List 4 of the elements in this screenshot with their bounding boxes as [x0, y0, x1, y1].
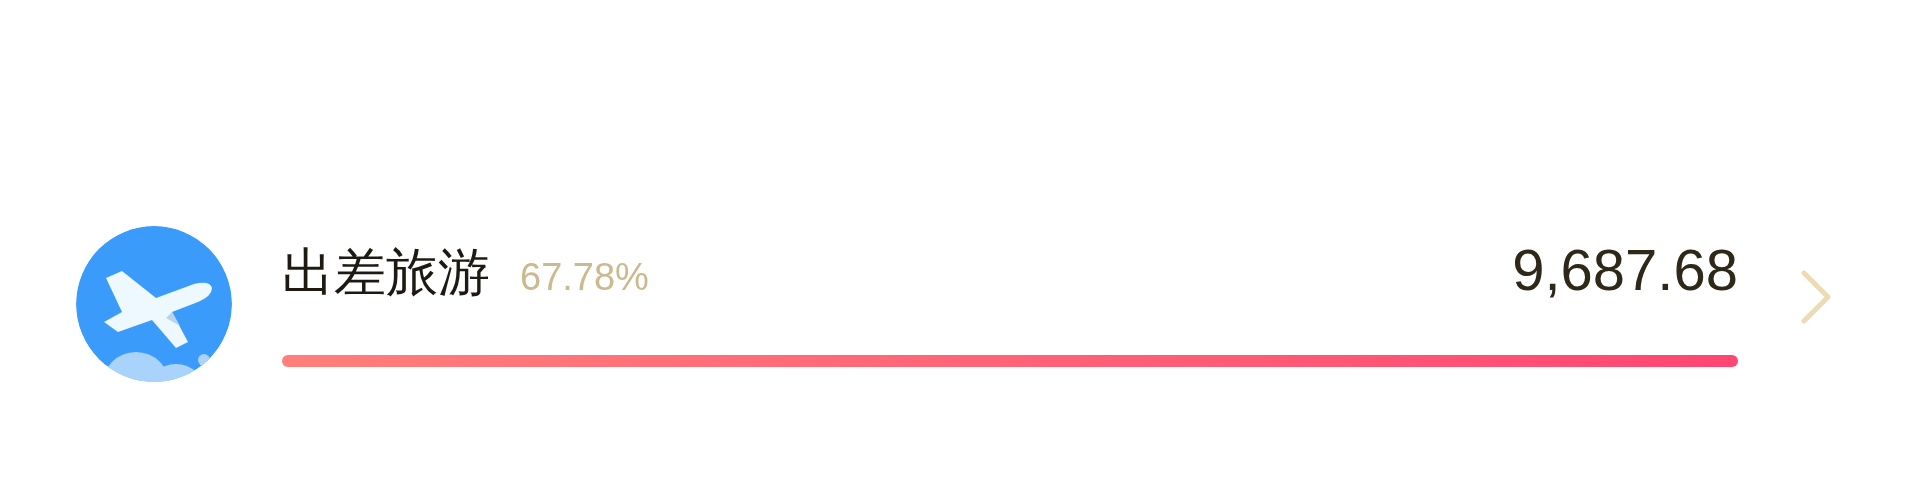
- category-name: 出差旅游: [282, 246, 490, 298]
- airplane-icon: [76, 226, 232, 382]
- category-amount: 9,687.68: [1512, 241, 1738, 299]
- category-percent: 67.78%: [520, 258, 649, 296]
